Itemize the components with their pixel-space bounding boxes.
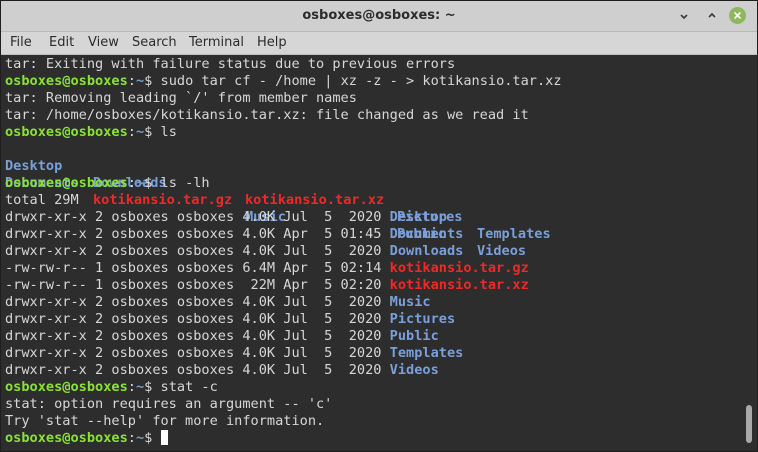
- prompt-path: ~: [135, 73, 145, 89]
- file-meta: drwxr-xr-x 2 osboxes osboxes 4.0K Jul 5 …: [5, 328, 390, 344]
- prompt-separator: :: [127, 379, 136, 395]
- menu-view[interactable]: View: [88, 35, 119, 50]
- terminal-output[interactable]: tar: Exiting with failure status due to …: [1, 55, 741, 451]
- file-name: Public: [389, 328, 439, 344]
- file-meta: drwxr-xr-x 2 osboxes osboxes 4.0K Apr 5 …: [5, 226, 390, 242]
- file-name: Music: [389, 294, 431, 310]
- text-cursor: [160, 430, 168, 445]
- file-name: Videos: [389, 362, 439, 378]
- file-meta: drwxr-xr-x 2 osboxes osboxes 4.0K Jul 5 …: [5, 345, 390, 361]
- file-meta: drwxr-xr-x 2 osboxes osboxes 4.0K Jul 5 …: [5, 362, 390, 378]
- prompt-dollar: $: [144, 430, 153, 446]
- file-meta: -rw-rw-r-- 1 osboxes osboxes 6.4M Apr 5 …: [5, 260, 390, 276]
- long-list-row: drwxr-xr-x 2 osboxes osboxes 4.0K Jul 5 …: [5, 311, 455, 328]
- file-meta: drwxr-xr-x 2 osboxes osboxes 4.0K Jul 5 …: [5, 209, 390, 225]
- prompt-path: ~: [135, 430, 145, 446]
- close-icon: [733, 11, 742, 20]
- file-name: kotikansio.tar.xz: [389, 277, 529, 293]
- output-line: stat: option requires an argument -- 'c': [5, 396, 333, 412]
- minimize-icon: [680, 14, 688, 20]
- command-text: stat -c: [160, 379, 218, 395]
- file-meta: drwxr-xr-x 2 osboxes osboxes 4.0K Jul 5 …: [5, 243, 390, 259]
- prompt-line: osboxes@osboxes:~$ stat -c: [5, 379, 218, 396]
- file-name: Templates: [389, 345, 464, 361]
- ls-row: Desktop Downloads kotikansio.tar.xz Pict…: [5, 141, 741, 242]
- output-line: Try 'stat --help' for more information.: [5, 413, 325, 429]
- long-list-row: -rw-rw-r-- 1 osboxes osboxes 6.4M Apr 5 …: [5, 260, 529, 277]
- command-text: sudo tar cf - /home | xz -z - > kotikans…: [160, 73, 562, 89]
- prompt-dollar: $: [144, 73, 153, 89]
- output-line: tar: Exiting with failure status due to …: [5, 56, 456, 72]
- terminal-window: osboxes@osboxes: ~ File Edit View Search…: [0, 0, 758, 452]
- file-name: Downloads: [389, 243, 464, 259]
- scrollbar[interactable]: [742, 55, 757, 451]
- ls-entry: kotikansio.tar.xz: [245, 192, 385, 208]
- maximize-button[interactable]: [703, 7, 721, 25]
- file-name: kotikansio.tar.gz: [389, 260, 529, 276]
- ls-entry: Templates: [477, 226, 551, 242]
- prompt-separator: :: [127, 124, 136, 140]
- long-list-row: drwxr-xr-x 2 osboxes osboxes 4.0K Jul 5 …: [5, 294, 431, 311]
- menu-help[interactable]: Help: [257, 35, 287, 50]
- file-meta: drwxr-xr-x 2 osboxes osboxes 4.0K Jul 5 …: [5, 294, 390, 310]
- long-list-row: drwxr-xr-x 2 osboxes osboxes 4.0K Jul 5 …: [5, 209, 447, 226]
- prompt-line: osboxes@osboxes:~$ ls -lh: [5, 175, 210, 192]
- prompt-user: osboxes@osboxes: [5, 379, 128, 395]
- prompt-path: ~: [135, 124, 145, 140]
- long-list-row: drwxr-xr-x 2 osboxes osboxes 4.0K Jul 5 …: [5, 362, 439, 379]
- minimize-button[interactable]: [675, 7, 693, 25]
- output-line: tar: Removing leading `/' from member na…: [5, 90, 357, 106]
- file-name: Pictures: [389, 311, 456, 327]
- prompt-dollar: $: [144, 175, 153, 191]
- prompt-line: osboxes@osboxes:~$ ls: [5, 124, 177, 141]
- prompt-separator: :: [127, 430, 136, 446]
- long-list-row: drwxr-xr-x 2 osboxes osboxes 4.0K Apr 5 …: [5, 226, 463, 243]
- long-list-row: drwxr-xr-x 2 osboxes osboxes 4.0K Jul 5 …: [5, 328, 439, 345]
- command-text: ls: [160, 124, 177, 140]
- prompt-separator: :: [127, 175, 136, 191]
- ls-entry: Videos: [477, 243, 527, 259]
- prompt-path: ~: [135, 379, 145, 395]
- prompt-dollar: $: [144, 124, 153, 140]
- ls-entry: kotikansio.tar.gz: [93, 192, 233, 208]
- prompt-path: ~: [135, 175, 145, 191]
- file-name: Desktop: [389, 209, 447, 225]
- output-line: total 29M: [5, 192, 79, 208]
- long-list-row: -rw-rw-r-- 1 osboxes osboxes 22M Apr 5 0…: [5, 277, 529, 294]
- file-meta: drwxr-xr-x 2 osboxes osboxes 4.0K Jul 5 …: [5, 311, 390, 327]
- file-meta: -rw-rw-r-- 1 osboxes osboxes 22M Apr 5 0…: [5, 277, 390, 293]
- prompt-user: osboxes@osboxes: [5, 73, 128, 89]
- scrollbar-thumb[interactable]: [746, 405, 752, 443]
- maximize-icon: [708, 12, 716, 18]
- title-bar[interactable]: osboxes@osboxes: ~: [1, 1, 757, 32]
- prompt-separator: :: [127, 73, 136, 89]
- long-list-row: drwxr-xr-x 2 osboxes osboxes 4.0K Jul 5 …: [5, 345, 463, 362]
- menu-bar: File Edit View Search Terminal Help: [1, 32, 757, 55]
- window-title: osboxes@osboxes: ~: [302, 8, 456, 23]
- prompt-user: osboxes@osboxes: [5, 124, 128, 140]
- menu-edit[interactable]: Edit: [49, 35, 74, 50]
- close-button[interactable]: [729, 7, 746, 24]
- command-text: ls -lh: [160, 175, 210, 191]
- output-line: tar: /home/osboxes/kotikansio.tar.xz: fi…: [5, 107, 529, 123]
- prompt-user: osboxes@osboxes: [5, 430, 128, 446]
- long-list-row: drwxr-xr-x 2 osboxes osboxes 4.0K Jul 5 …: [5, 243, 463, 260]
- menu-file[interactable]: File: [10, 35, 32, 50]
- menu-search[interactable]: Search: [132, 35, 177, 50]
- file-name: Documents: [389, 226, 464, 242]
- prompt-line: osboxes@osboxes:~$ sudo tar cf - /home |…: [5, 73, 562, 90]
- ls-row: Documents kotikansio.tar.gz Music Public…: [5, 158, 741, 259]
- prompt-dollar: $: [144, 379, 153, 395]
- menu-terminal[interactable]: Terminal: [189, 35, 244, 50]
- prompt-line: osboxes@osboxes:~$: [5, 430, 168, 447]
- prompt-user: osboxes@osboxes: [5, 175, 128, 191]
